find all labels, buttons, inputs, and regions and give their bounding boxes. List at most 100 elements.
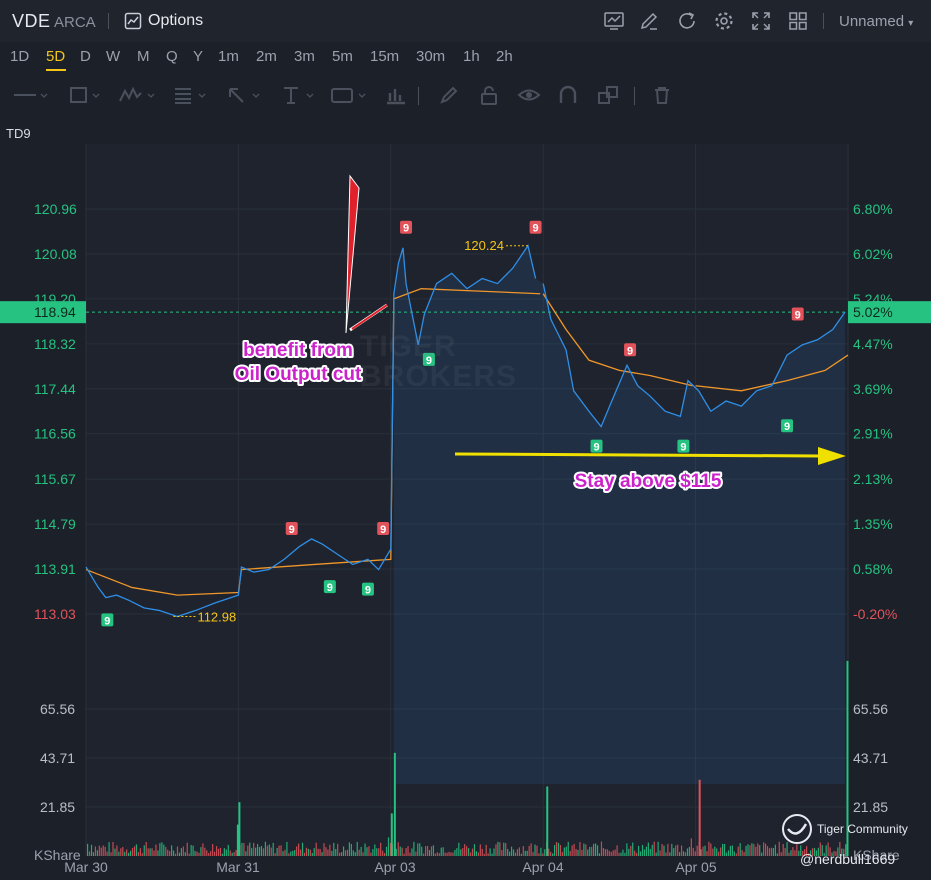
volume-bar xyxy=(637,845,640,856)
layout-name-dropdown[interactable]: Unnamed ▾ xyxy=(839,13,913,30)
volume-bar xyxy=(509,851,511,856)
timeframe-30m[interactable]: 30m xyxy=(416,48,445,65)
line-tool-icon[interactable] xyxy=(12,85,48,110)
volume-bar xyxy=(346,849,349,856)
volume-bar xyxy=(401,847,403,856)
volume-bar xyxy=(337,843,339,856)
volume-bar xyxy=(489,848,491,856)
indicator-icon[interactable] xyxy=(603,10,625,32)
volume-bar xyxy=(198,852,200,856)
date-tick-label: Apr 05 xyxy=(675,859,716,875)
volume-bar xyxy=(526,850,528,856)
magnet-icon[interactable] xyxy=(557,85,579,110)
volume-bar xyxy=(446,852,448,856)
volume-bar xyxy=(243,843,245,856)
volume-bar xyxy=(636,852,638,856)
volume-bar xyxy=(612,850,614,856)
timeframe-q[interactable]: Q xyxy=(166,48,178,65)
volume-bar xyxy=(735,853,737,856)
timeframe-1m[interactable]: 1m xyxy=(218,48,239,65)
arrow-tool-icon[interactable] xyxy=(226,85,264,110)
trash-icon[interactable] xyxy=(652,85,672,110)
label-tool-icon[interactable] xyxy=(330,85,370,110)
volume-bar xyxy=(639,851,642,856)
volume-bar xyxy=(145,841,147,856)
volume-bar xyxy=(102,845,104,856)
timeframe-2h[interactable]: 2h xyxy=(496,48,513,65)
measure-tool-icon[interactable] xyxy=(384,85,408,110)
volume-bar xyxy=(397,842,399,856)
volume-bar xyxy=(169,851,171,856)
volume-bar xyxy=(665,852,667,856)
volume-bar xyxy=(469,852,472,856)
volume-bar xyxy=(106,851,108,856)
last-percent-value: 5.02% xyxy=(853,304,893,320)
timeframe-1d[interactable]: 1D xyxy=(10,48,29,65)
volume-bar xyxy=(682,851,685,856)
pattern-tool-icon[interactable] xyxy=(118,85,158,110)
volume-bar xyxy=(323,843,325,856)
volume-bar xyxy=(593,843,595,856)
toolbar-divider xyxy=(634,87,635,105)
text-tool-icon[interactable] xyxy=(280,85,318,110)
timeframe-d[interactable]: D xyxy=(80,48,91,65)
volume-bar xyxy=(378,848,380,856)
options-button[interactable]: Options xyxy=(148,12,203,30)
volume-bar xyxy=(407,846,409,856)
volume-bar xyxy=(723,843,726,856)
volume-bar xyxy=(274,853,276,856)
price-tick-label: 114.79 xyxy=(34,516,76,532)
volume-tick-label: 21.85 xyxy=(40,799,75,815)
timeframe-w[interactable]: W xyxy=(106,48,120,65)
watermark-line: TIGER xyxy=(360,330,457,363)
draw-icon[interactable] xyxy=(638,10,660,32)
td9-marker-label: 9 xyxy=(365,585,371,597)
volume-bar xyxy=(532,852,534,856)
price-tick-label: 120.08 xyxy=(34,246,77,262)
volume-bar xyxy=(641,844,644,856)
volume-bar xyxy=(600,841,603,856)
timeframe-y[interactable]: Y xyxy=(193,48,203,65)
volume-bar xyxy=(764,843,767,856)
timeframe-15m[interactable]: 15m xyxy=(370,48,399,65)
percent-tick-label: -0.20% xyxy=(853,606,897,622)
volume-bar xyxy=(268,844,270,856)
volume-bar xyxy=(419,843,421,856)
lock-icon[interactable] xyxy=(478,85,500,110)
stack-icon[interactable] xyxy=(597,85,621,110)
price-tick-label: 113.03 xyxy=(34,606,76,622)
refresh-icon[interactable] xyxy=(676,10,698,32)
price-chart[interactable]: 999 9999999999120.24112.98benefit fromben… xyxy=(0,144,931,880)
volume-bar xyxy=(409,852,411,856)
timeframe-3m[interactable]: 3m xyxy=(294,48,315,65)
exchange-label: ARCA xyxy=(54,14,96,31)
date-tick-label: Mar 31 xyxy=(216,859,260,875)
eye-icon[interactable] xyxy=(517,85,541,110)
timeframe-1h[interactable]: 1h xyxy=(463,48,480,65)
gear-icon[interactable] xyxy=(713,10,735,32)
toolbar-divider xyxy=(418,87,419,105)
percent-tick-label: 6.80% xyxy=(853,201,893,217)
layout-grid-icon[interactable] xyxy=(787,10,809,32)
timeframe-2m[interactable]: 2m xyxy=(256,48,277,65)
volume-bar xyxy=(485,844,487,856)
watermark: TIGER BROKERS xyxy=(360,332,517,392)
volume-bar xyxy=(141,853,143,856)
rectangle-tool-icon[interactable] xyxy=(68,85,104,110)
volume-bar xyxy=(522,846,524,856)
volume-bar xyxy=(299,849,302,856)
fib-tool-icon[interactable] xyxy=(172,85,210,110)
timeframe-5m[interactable]: 5m xyxy=(332,48,353,65)
symbol-label[interactable]: VDE xyxy=(12,11,51,32)
volume-bar xyxy=(548,848,550,856)
fullscreen-icon[interactable] xyxy=(750,10,772,32)
price-tick-label: 116.56 xyxy=(34,426,76,442)
timeframe-m[interactable]: M xyxy=(137,48,150,65)
timeframe-5d[interactable]: 5D xyxy=(46,48,65,65)
volume-bar xyxy=(477,852,479,856)
brush-icon[interactable] xyxy=(438,85,460,110)
volume-bar xyxy=(194,850,196,856)
volume-bar xyxy=(624,852,626,856)
volume-bar xyxy=(321,852,323,856)
options-icon[interactable] xyxy=(124,12,142,35)
